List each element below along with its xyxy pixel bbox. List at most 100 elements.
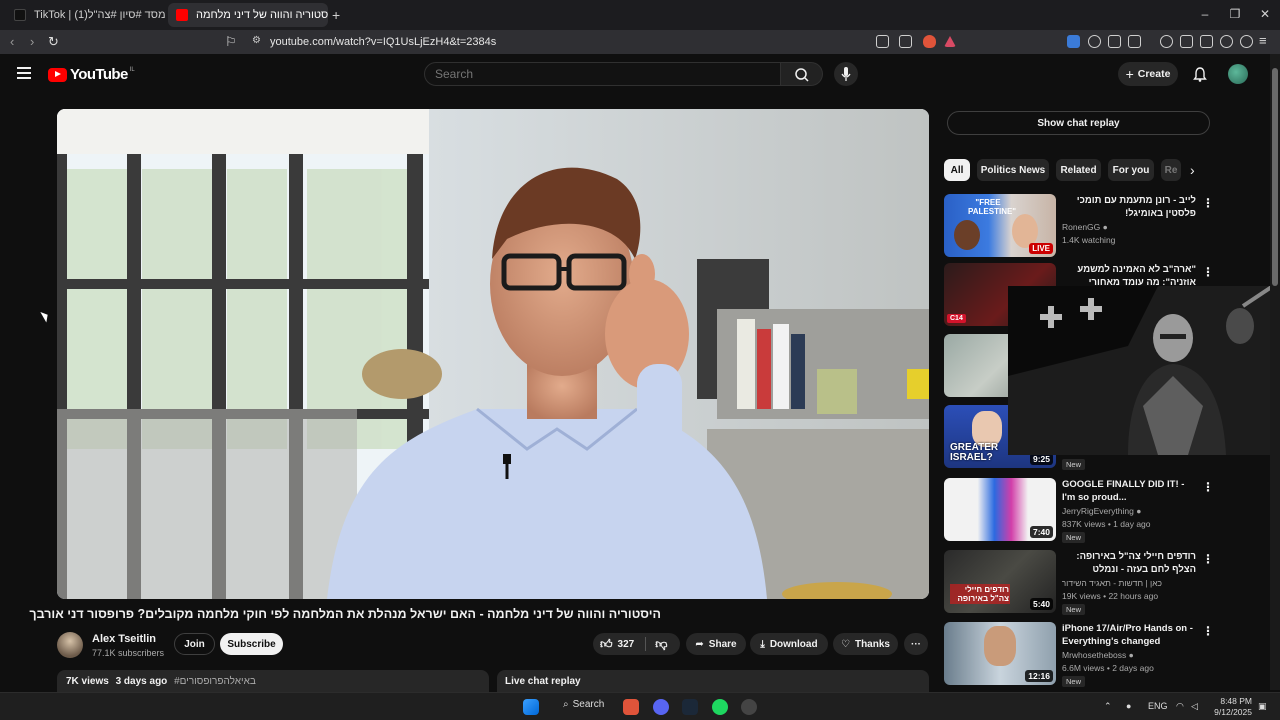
- discord-icon[interactable]: [653, 699, 669, 715]
- site-info-icon[interactable]: ⚙: [252, 35, 261, 46]
- chip-politics-news[interactable]: Politics News: [977, 159, 1049, 181]
- chevron-right-icon[interactable]: ›: [1190, 162, 1195, 178]
- download-button[interactable]: ⤓ Download: [750, 633, 828, 655]
- steam-icon[interactable]: [682, 699, 698, 715]
- description-box[interactable]: 7K views 3 days ago #באיאלהפרופסורים: [57, 670, 489, 692]
- share-button[interactable]: ➦ Share: [686, 633, 746, 655]
- back-icon[interactable]: ‹: [10, 34, 14, 49]
- new-badge: New: [1062, 459, 1086, 470]
- brave-rewards-icon[interactable]: [944, 36, 956, 47]
- thumbs-down-icon[interactable]: 👎︎: [655, 637, 667, 652]
- share-page-icon[interactable]: [899, 35, 912, 48]
- video-player[interactable]: [57, 109, 929, 599]
- youtube-logo[interactable]: YouTube IL: [48, 66, 135, 83]
- hashtag[interactable]: #באיאלהפרופסורים: [174, 676, 256, 687]
- extensions-puzzle-icon[interactable]: [1108, 35, 1121, 48]
- screenshot-icon[interactable]: [1128, 35, 1141, 48]
- chip-related[interactable]: Related: [1056, 159, 1101, 181]
- chip-for-you[interactable]: For you: [1108, 159, 1154, 181]
- search-input[interactable]: [424, 62, 781, 86]
- account-avatar[interactable]: [1228, 64, 1248, 84]
- media-icon[interactable]: [1160, 35, 1173, 48]
- hamburger-menu-icon[interactable]: [17, 67, 31, 79]
- recommendation-item[interactable]: 7:40 GOOGLE FINALLY DID IT! - I'm so pro…: [944, 478, 1214, 544]
- browser-tab-tiktok[interactable]: TikTok | (1)על ידי הממסד #סיון #צה"ל: [6, 3, 166, 27]
- taskbar-search[interactable]: ⌕ Search: [563, 699, 604, 710]
- tray-chevron-icon[interactable]: ⌃: [1104, 701, 1112, 712]
- more-options-icon[interactable]: ⋮: [1202, 552, 1214, 566]
- recommendation-title[interactable]: לייב - רונן מתעמת עם תומכי פלסטין באומיג…: [1062, 194, 1196, 220]
- extension-badge-icon[interactable]: [1067, 35, 1080, 48]
- more-options-icon[interactable]: ⋮: [1202, 265, 1214, 279]
- recommendation-meta: 6.6M views • 2 days ago: [1062, 663, 1154, 673]
- channel-name[interactable]: Alex Tseitlin: [92, 633, 156, 645]
- address-bar[interactable]: ⚙ youtube.com/watch?v=IQ1UsLjEzH4&t=2384…: [244, 32, 964, 52]
- wallet-icon[interactable]: [1200, 35, 1213, 48]
- channel-text: RonenGG: [1062, 222, 1101, 232]
- create-button[interactable]: + Create: [1118, 62, 1178, 86]
- join-button[interactable]: Join: [174, 633, 215, 655]
- wifi-icon[interactable]: ◠: [1176, 701, 1184, 712]
- more-options-icon[interactable]: ⋮: [1202, 480, 1214, 494]
- thanks-button[interactable]: ♡ Thanks: [833, 633, 898, 655]
- windows-start-icon[interactable]: [523, 699, 539, 715]
- reload-icon[interactable]: ↻: [48, 34, 59, 50]
- spotify-icon[interactable]: [712, 699, 728, 715]
- system-clock[interactable]: 8:48 PM 9/12/2025: [1212, 696, 1252, 718]
- create-label: Create: [1137, 68, 1171, 80]
- more-options-icon[interactable]: ⋮: [1202, 624, 1214, 638]
- browser-menu-icon[interactable]: ≡: [1259, 33, 1267, 48]
- brave-shield-icon[interactable]: [923, 35, 936, 48]
- thumbs-up-icon[interactable]: 👍︎: [600, 637, 613, 652]
- language-indicator[interactable]: ENG: [1148, 701, 1168, 711]
- channel-avatar[interactable]: [57, 632, 83, 658]
- chip-all[interactable]: All: [944, 159, 970, 181]
- microphone-tray-icon[interactable]: ●: [1126, 701, 1131, 711]
- scrollbar-thumb[interactable]: [1272, 68, 1278, 286]
- subscribe-button[interactable]: Subscribe: [220, 633, 283, 655]
- show-chat-replay-button[interactable]: Show chat replay: [947, 111, 1210, 135]
- more-actions-button[interactable]: ···: [904, 633, 928, 655]
- volume-icon[interactable]: ◁: [1191, 701, 1198, 712]
- recommendation-title[interactable]: GOOGLE FINALLY DID IT! - I'm so proud...: [1062, 478, 1196, 504]
- more-options-icon[interactable]: ⋮: [1202, 196, 1214, 210]
- close-window-icon[interactable]: ✕: [1250, 7, 1280, 21]
- video-thumbnail[interactable]: 12:16: [944, 622, 1056, 685]
- verified-icon: ●: [1136, 506, 1142, 516]
- vpn-icon[interactable]: [1240, 35, 1253, 48]
- like-count[interactable]: 327: [618, 639, 635, 650]
- recommendation-item[interactable]: רודפים חיילי צה"ל באירופה 5:40 רודפים חי…: [944, 550, 1214, 616]
- recommendation-channel[interactable]: Mrwhosetheboss ●: [1062, 650, 1134, 660]
- live-chat-replay-header[interactable]: Live chat replay: [497, 670, 929, 692]
- recommendation-item[interactable]: "FREE PALESTINE" LIVE לייב - רונן מתעמת …: [944, 194, 1214, 260]
- bookmark-icon[interactable]: ⚐: [225, 34, 237, 50]
- recommendation-channel[interactable]: כאן | חדשות - תאגיד השידור הישראלי: [1062, 578, 1162, 588]
- sidebar-toggle-icon[interactable]: [1180, 35, 1193, 48]
- chip-recently-uploaded[interactable]: Re: [1161, 159, 1181, 181]
- video-thumbnail[interactable]: רודפים חיילי צה"ל באירופה 5:40: [944, 550, 1056, 613]
- cast-icon[interactable]: [876, 35, 889, 48]
- new-tab-button[interactable]: +: [332, 3, 352, 27]
- browser-tab-youtube[interactable]: היסטוריה והווה של דיני מלחמה ✕: [168, 3, 328, 27]
- recommendation-channel[interactable]: RonenGG ●: [1062, 222, 1108, 232]
- extension-shield-icon[interactable]: [1088, 35, 1101, 48]
- video-thumbnail[interactable]: 7:40: [944, 478, 1056, 541]
- recommendation-channel[interactable]: JerryRigEverything ●: [1062, 506, 1141, 516]
- notification-icon[interactable]: ▣: [1258, 701, 1267, 712]
- leo-ai-icon[interactable]: [1220, 35, 1233, 48]
- minimize-icon[interactable]: –: [1190, 7, 1220, 21]
- thumbnail-caption: "FREE PALESTINE": [968, 198, 1017, 216]
- restore-icon[interactable]: ❐: [1220, 7, 1250, 21]
- recommendation-item[interactable]: 12:16 iPhone 17/Air/Pro Hands on - Every…: [944, 622, 1214, 688]
- search-button[interactable]: [781, 62, 823, 86]
- forward-icon[interactable]: ›: [30, 34, 34, 49]
- recommendation-meta: 19K views • 22 hours ago: [1062, 591, 1159, 601]
- app-icon[interactable]: [741, 699, 757, 715]
- brave-browser-icon[interactable]: [623, 699, 639, 715]
- video-thumbnail[interactable]: "FREE PALESTINE" LIVE: [944, 194, 1056, 257]
- video-duration: 5:40: [1029, 598, 1053, 610]
- recommendation-title[interactable]: iPhone 17/Air/Pro Hands on - Everything'…: [1062, 622, 1196, 648]
- voice-search-button[interactable]: [834, 62, 858, 86]
- notifications-bell-icon[interactable]: [1192, 66, 1208, 82]
- recommendation-title[interactable]: רודפים חיילי צה"ל באירופה: הצלף לחם בעזה…: [1062, 550, 1196, 576]
